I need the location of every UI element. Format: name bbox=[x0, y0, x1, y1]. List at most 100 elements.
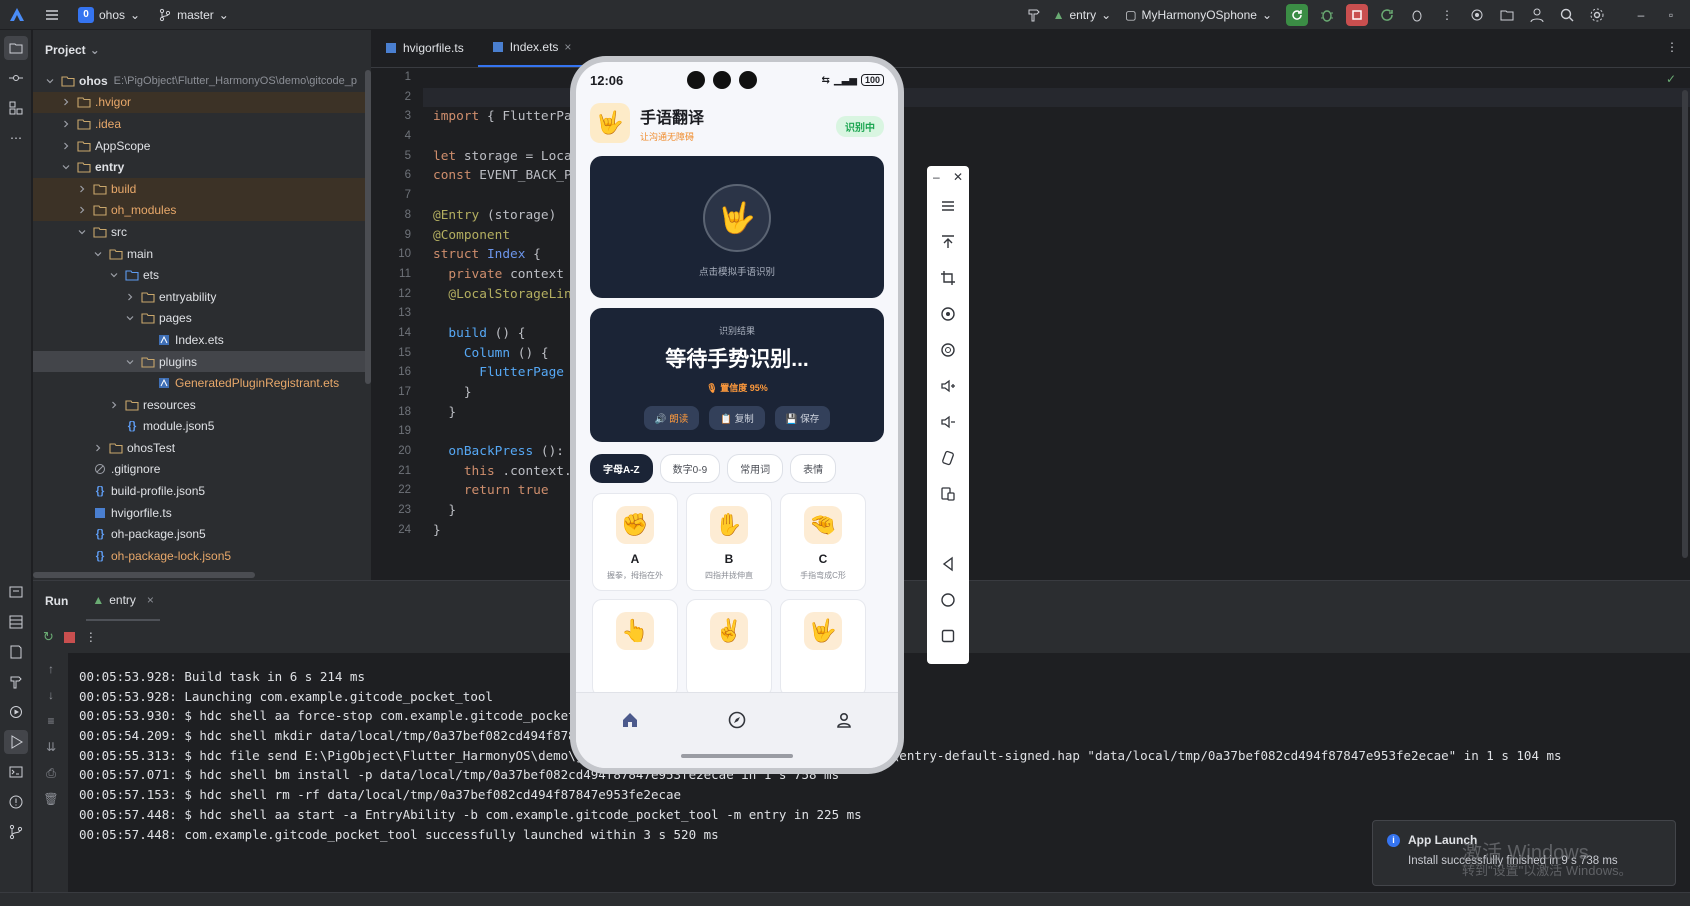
arrow-up-icon[interactable]: ↑ bbox=[41, 659, 61, 679]
chevron-down-icon[interactable] bbox=[123, 355, 137, 369]
print-icon[interactable]: ⎙ bbox=[41, 763, 61, 783]
code-line[interactable]: onBackPress (): bo bbox=[433, 442, 587, 462]
phone-screen[interactable]: 12:06 ⇆ ▁▃▅ 100 🤟 手语翻译 让沟通无障碍 识别中 🤟 点击模拟… bbox=[576, 62, 898, 768]
services-icon[interactable] bbox=[4, 700, 28, 724]
home-button-icon[interactable] bbox=[927, 582, 969, 618]
multi-device-icon[interactable] bbox=[927, 476, 969, 512]
plugin-icon[interactable] bbox=[1466, 4, 1488, 26]
problems-icon[interactable] bbox=[4, 790, 28, 814]
tree-item-src[interactable]: src bbox=[33, 221, 371, 243]
code-line[interactable] bbox=[433, 127, 587, 147]
sign-card-row2-2[interactable]: 🤟 bbox=[780, 599, 866, 697]
copy-button[interactable]: 📋 复制 bbox=[709, 406, 765, 430]
tree-item-resources[interactable]: resources bbox=[33, 394, 371, 416]
sign-card-b[interactable]: ✋ B 四指并拢伸直 bbox=[686, 493, 772, 591]
chevron-right-icon[interactable] bbox=[59, 117, 73, 131]
code-line[interactable]: @Entry (storage) bbox=[433, 206, 587, 226]
code-line[interactable] bbox=[433, 422, 587, 442]
code-line[interactable]: let storage = Local bbox=[433, 147, 587, 167]
tree-item-oh-package-lock-json5[interactable]: {} oh-package-lock.json5 bbox=[33, 545, 371, 567]
device-manager-icon[interactable] bbox=[1496, 4, 1518, 26]
recents-icon[interactable] bbox=[927, 618, 969, 654]
code-line[interactable]: } bbox=[433, 521, 587, 541]
tree-item-entry[interactable]: entry bbox=[33, 156, 371, 178]
code-line[interactable]: private context = bbox=[433, 265, 587, 285]
tree-item-ohostest[interactable]: ohosTest bbox=[33, 437, 371, 459]
database-icon[interactable] bbox=[4, 610, 28, 634]
chevron-down-icon[interactable] bbox=[91, 247, 105, 261]
sign-card-row2-0[interactable]: 👆 bbox=[592, 599, 678, 697]
code-line[interactable]: Column () { bbox=[433, 344, 587, 364]
tree-item-ohos[interactable]: ohos E:\PigObject\Flutter_HarmonyOS\demo\… bbox=[33, 70, 371, 92]
menu-icon[interactable] bbox=[927, 188, 969, 224]
home-icon[interactable] bbox=[621, 711, 639, 729]
code-line[interactable]: this .context.ev bbox=[433, 462, 587, 482]
tree-item-build-profile-json5[interactable]: {} build-profile.json5 bbox=[33, 480, 371, 502]
gear-icon[interactable] bbox=[1586, 4, 1608, 26]
camera-button[interactable]: 🤟 bbox=[703, 184, 771, 252]
tree-item-plugins[interactable]: plugins bbox=[33, 350, 371, 373]
profile-icon[interactable] bbox=[835, 711, 853, 729]
code-line[interactable]: } bbox=[433, 403, 587, 423]
git-icon[interactable] bbox=[4, 820, 28, 844]
code-line[interactable]: const EVENT_BACK_PR bbox=[433, 166, 587, 186]
tree-item-main[interactable]: main bbox=[33, 243, 371, 265]
minimize-window-icon[interactable]: – bbox=[1630, 4, 1652, 26]
hot-reload-icon[interactable] bbox=[1376, 4, 1398, 26]
branch-switcher[interactable]: master ⌄ bbox=[158, 8, 229, 22]
camera-card[interactable]: 🤟 点击模拟手语识别 bbox=[590, 156, 884, 298]
tree-item-appscope[interactable]: AppScope bbox=[33, 135, 371, 157]
home-indicator[interactable] bbox=[681, 754, 793, 758]
tab-index-ets[interactable]: Index.ets × bbox=[477, 29, 586, 67]
soft-wrap-icon[interactable]: ≡ bbox=[41, 711, 61, 731]
category-tab-3[interactable]: 表情 bbox=[790, 454, 837, 483]
tree-item-hvigorfile-ts[interactable]: hvigorfile.ts bbox=[33, 502, 371, 524]
terminal-icon[interactable] bbox=[4, 760, 28, 784]
more-vertical-icon[interactable]: ⋮ bbox=[1666, 40, 1678, 54]
code-line[interactable] bbox=[433, 186, 587, 206]
rotate-left-icon[interactable] bbox=[927, 296, 969, 332]
sign-card-row2-1[interactable]: ✌️ bbox=[686, 599, 772, 697]
chevron-right-icon[interactable] bbox=[59, 95, 73, 109]
code-line[interactable]: return true bbox=[433, 481, 587, 501]
run-config-selector[interactable]: ▲ entry ⌄ bbox=[1053, 8, 1112, 22]
tree-item-idea[interactable]: .idea bbox=[33, 113, 371, 135]
close-icon[interactable]: × bbox=[147, 593, 154, 607]
attach-debugger-icon[interactable] bbox=[1406, 4, 1428, 26]
rerun-icon[interactable]: ↻ bbox=[43, 629, 54, 645]
tree-item-pages[interactable]: pages bbox=[33, 308, 371, 330]
more-vertical-icon[interactable]: ⋮ bbox=[85, 630, 97, 644]
chevron-down-icon[interactable] bbox=[75, 225, 89, 239]
chevron-right-icon[interactable] bbox=[123, 290, 137, 304]
profiler-icon[interactable] bbox=[4, 640, 28, 664]
more-vertical-icon[interactable]: ⋮ bbox=[1436, 4, 1458, 26]
tree-item-oh-modules[interactable]: oh_modules bbox=[33, 199, 371, 222]
chevron-right-icon[interactable] bbox=[75, 203, 89, 217]
code-line[interactable] bbox=[433, 68, 587, 88]
structure-icon[interactable] bbox=[4, 96, 28, 120]
project-switcher[interactable]: 0 ohos ⌄ bbox=[78, 6, 140, 23]
close-icon[interactable]: ✕ bbox=[953, 170, 963, 184]
arrow-down-icon[interactable]: ↓ bbox=[41, 685, 61, 705]
tree-item-gitignore[interactable]: .gitignore bbox=[33, 459, 371, 481]
app-logo[interactable] bbox=[8, 6, 26, 24]
chevron-right-icon[interactable] bbox=[59, 139, 73, 153]
trash-icon[interactable]: 🗑 bbox=[41, 789, 61, 809]
rerun-icon[interactable] bbox=[1286, 4, 1308, 26]
device-selector[interactable]: ▢ MyHarmonyOSphone ⌄ bbox=[1125, 8, 1272, 22]
tree-item-index-ets[interactable]: Index.ets bbox=[33, 329, 371, 351]
tree-item-hvigor[interactable]: hvigor bbox=[33, 567, 371, 570]
code-line[interactable]: @LocalStorageLink bbox=[433, 285, 587, 305]
chevron-right-icon[interactable] bbox=[91, 441, 105, 455]
debug-icon[interactable] bbox=[1316, 4, 1338, 26]
code-line[interactable]: FlutterPage ({ bbox=[433, 363, 587, 383]
build-icon[interactable] bbox=[4, 670, 28, 694]
tree-item-ets[interactable]: ets bbox=[33, 264, 371, 286]
shake-icon[interactable] bbox=[927, 440, 969, 476]
tree-item-entryability[interactable]: entryability bbox=[33, 286, 371, 308]
back-icon[interactable] bbox=[927, 546, 969, 582]
hammer-icon[interactable] bbox=[1023, 4, 1045, 26]
commit-icon[interactable] bbox=[4, 66, 28, 90]
horizontal-scrollbar[interactable] bbox=[33, 572, 255, 578]
code-editor[interactable]: 1 2 3 4 5 6 7 8 9 10 11 12 13 14 15 16 17 18 19 20 21 22 23 24 … bbox=[371, 68, 1690, 558]
